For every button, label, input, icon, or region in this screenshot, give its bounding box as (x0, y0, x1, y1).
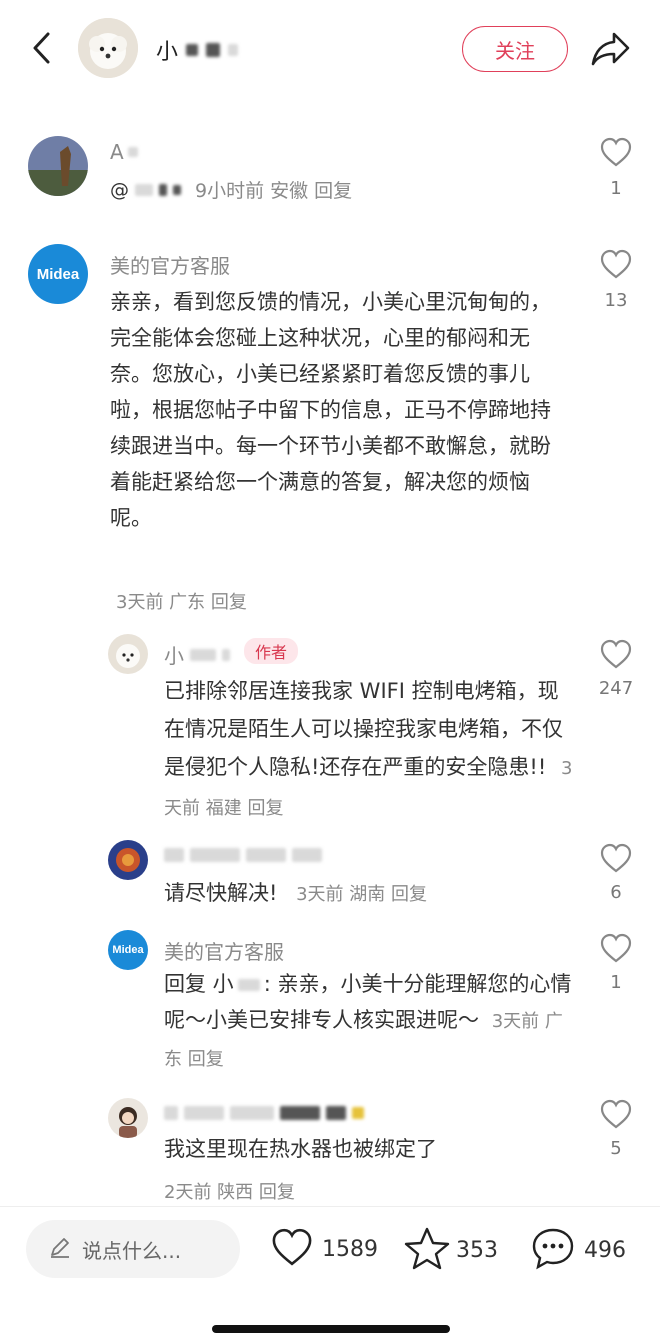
reply-body: 已排除邻居连接我家 WIFI 控制电烤箱，现在情况是陌生人可以操控我家电烤箱，不… (164, 672, 574, 828)
reply-prefix[interactable]: 回复 小 (164, 972, 234, 996)
home-indicator (212, 1325, 450, 1333)
reply-avatar[interactable] (108, 840, 148, 880)
mention-prefix[interactable]: @ (110, 179, 129, 201)
like-icon[interactable] (599, 248, 633, 280)
post-like-button[interactable]: 1589 (270, 1226, 378, 1272)
like-icon[interactable] (599, 932, 633, 964)
reply-name-redacted (164, 848, 322, 862)
share-icon[interactable] (588, 28, 634, 70)
post-comment-count: 496 (584, 1237, 626, 1263)
like-count: 247 (598, 678, 634, 699)
commenter-name: A (110, 140, 138, 164)
midea-avatar[interactable]: Midea (28, 244, 88, 304)
reply-body-text: 请尽快解决! (164, 881, 278, 905)
reply-body: 我这里现在热水器也被绑定了 (164, 1137, 437, 1161)
pencil-icon (48, 1235, 72, 1263)
like-icon[interactable] (599, 1098, 633, 1130)
comment-input-placeholder: 说点什么... (82, 1238, 182, 1263)
post-comment-button[interactable]: 496 (530, 1226, 626, 1274)
like-icon[interactable] (599, 136, 633, 168)
like-count: 5 (610, 1138, 622, 1159)
comment-meta: 9小时前 安徽 回复 (195, 180, 353, 202)
star-icon (404, 1226, 450, 1274)
author-name-text: 小 (156, 40, 179, 65)
heart-icon (270, 1226, 314, 1272)
back-icon[interactable] (24, 28, 60, 68)
reply-name-text: 小 (164, 644, 184, 668)
reply-body-text: 已排除邻居连接我家 WIFI 控制电烤箱，现在情况是陌生人可以操控我家电烤箱，不… (164, 679, 563, 779)
reply-avatar[interactable] (108, 1098, 148, 1138)
reply-avatar[interactable] (108, 634, 148, 674)
comment-bubble-icon (530, 1226, 576, 1274)
midea-avatar[interactable]: Midea (108, 930, 148, 970)
commenter-avatar[interactable] (28, 136, 88, 196)
reply-name: 美的官方客服 (164, 940, 284, 964)
comment-body: @ 9小时前 安徽 回复 (110, 176, 352, 203)
author-name: 小 (156, 34, 239, 66)
reply-name: 小 (164, 640, 230, 669)
reply-body: 请尽快解决! 3天前 湖南 回复 (164, 876, 427, 912)
comment-body: 亲亲，看到您反馈的情况，小美心里沉甸甸的，完全能体会您碰上这种状况，心里的郁闷和… (110, 290, 551, 530)
post-like-count: 1589 (322, 1236, 378, 1262)
reply-meta: 3天前 湖南 回复 (296, 884, 428, 905)
reply-meta: 2天前 陕西 回复 (164, 1182, 295, 1203)
post-favorite-count: 353 (456, 1237, 498, 1263)
reply-body: 回复 小: 亲亲，小美十分能理解您的心情呢～小美已安排专人核实跟进呢～ 3天前 … (164, 966, 574, 1078)
author-avatar[interactable] (78, 18, 138, 78)
reply-name-redacted (164, 1106, 364, 1120)
like-count: 13 (604, 290, 628, 311)
like-icon[interactable] (599, 638, 633, 670)
comment-meta: 3天前 广东 回复 (116, 592, 247, 613)
post-favorite-button[interactable]: 353 (404, 1226, 498, 1274)
comment-input[interactable]: 说点什么... (26, 1220, 240, 1278)
like-icon[interactable] (599, 842, 633, 874)
author-badge: 作者 (244, 638, 298, 664)
commenter-name-text: A (110, 140, 124, 164)
bottom-divider (0, 1206, 660, 1207)
like-count: 1 (610, 972, 622, 993)
like-count: 1 (610, 178, 622, 199)
commenter-name: 美的官方客服 (110, 254, 230, 278)
like-count: 6 (610, 882, 622, 903)
follow-button[interactable]: 关注 (462, 26, 568, 72)
